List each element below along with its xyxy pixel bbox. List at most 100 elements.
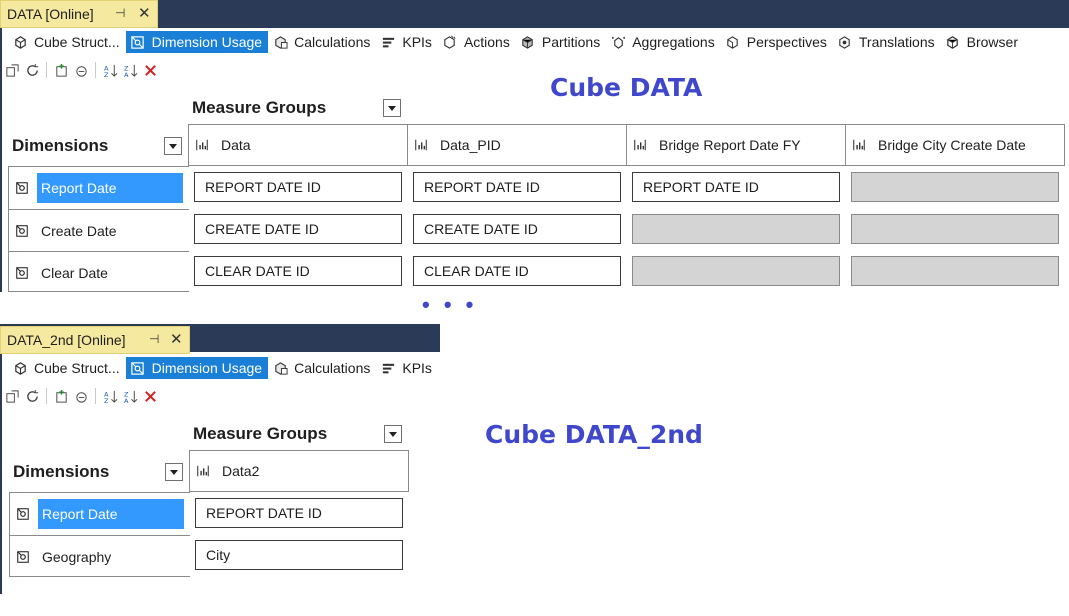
- relationship-label: REPORT DATE ID: [643, 179, 759, 195]
- add-cube-dimension-icon[interactable]: [53, 62, 69, 78]
- measure-group-icon: [415, 139, 427, 151]
- measure-group-header[interactable]: Bridge Report Date FY: [626, 124, 846, 166]
- new-linked-object-icon[interactable]: [4, 388, 20, 404]
- dimension-label: Clear Date: [41, 264, 108, 281]
- tab-partitions[interactable]: Partitions: [516, 31, 606, 53]
- measure-group-icon: [196, 139, 208, 151]
- tab-label: Calculations: [294, 34, 371, 50]
- tab-label: Aggregations: [632, 34, 715, 50]
- dimension-icon: [17, 508, 29, 520]
- close-icon[interactable]: ✕: [170, 330, 183, 348]
- relationship-cell[interactable]: REPORT DATE ID: [195, 498, 403, 528]
- new-linked-object-icon[interactable]: [4, 62, 20, 78]
- close-icon[interactable]: ✕: [138, 4, 151, 22]
- actions-icon: [442, 34, 458, 50]
- dimensions-dropdown-button[interactable]: [164, 137, 182, 155]
- sort-descending-icon[interactable]: ZA: [122, 62, 138, 78]
- tab-label: Perspectives: [746, 34, 827, 50]
- delete-icon[interactable]: [142, 388, 158, 404]
- sort-ascending-icon[interactable]: AZ: [102, 388, 118, 404]
- empty-relationship-cell[interactable]: [632, 214, 840, 244]
- measure-group-header[interactable]: Bridge City Create Date: [845, 124, 1065, 166]
- measure-group-icon: [853, 139, 865, 151]
- designer-tabs: Cube Struct... Dimension Usage Calculation…: [8, 356, 438, 380]
- tab-dimension-usage[interactable]: Dimension Usage: [125, 357, 269, 379]
- designer-tabs: Cube Struct... Dimension Usage Calculation…: [8, 30, 1024, 54]
- relationship-cell[interactable]: REPORT DATE ID: [413, 172, 621, 202]
- tab-calculations[interactable]: Calculations: [268, 357, 376, 379]
- tab-browser[interactable]: Browser: [941, 31, 1024, 53]
- toolbar-separator: [46, 62, 47, 78]
- sort-ascending-icon[interactable]: AZ: [102, 62, 118, 78]
- dimension-row[interactable]: Report Date: [9, 167, 189, 209]
- refresh-icon[interactable]: [24, 388, 40, 404]
- pin-icon[interactable]: ⊣: [149, 332, 159, 346]
- document-tab-data-2nd[interactable]: DATA_2nd [Online] ⊣ ✕: [0, 326, 190, 354]
- measure-groups-dropdown-button[interactable]: [384, 425, 402, 443]
- measure-group-header[interactable]: Data: [188, 124, 408, 166]
- tab-label: Translations: [858, 34, 935, 50]
- svg-text:A: A: [123, 71, 128, 78]
- panel-left-border: [0, 354, 2, 594]
- measure-group-name: Bridge Report Date FY: [659, 137, 801, 153]
- dimension-row[interactable]: Clear Date: [9, 251, 189, 293]
- relationship-cell[interactable]: CREATE DATE ID: [194, 214, 402, 244]
- sort-descending-icon[interactable]: ZA: [122, 388, 138, 404]
- relationship-label: CLEAR DATE ID: [424, 263, 529, 279]
- measure-groups-label: Measure Groups: [193, 424, 328, 443]
- document-tab-title: DATA_2nd [Online]: [7, 332, 126, 348]
- relationship-cell[interactable]: CREATE DATE ID: [413, 214, 621, 244]
- tab-aggregations[interactable]: Aggregations: [606, 31, 721, 53]
- measure-group-name: Data: [221, 137, 251, 153]
- relationship-label: REPORT DATE ID: [424, 179, 540, 195]
- kpis-icon: [380, 360, 396, 376]
- tab-perspectives[interactable]: Perspectives: [721, 31, 833, 53]
- document-tab-strip: [0, 0, 1069, 28]
- tab-dimension-usage[interactable]: Dimension Usage: [125, 31, 269, 53]
- tab-actions[interactable]: Actions: [438, 31, 516, 53]
- svg-text:Z: Z: [103, 71, 108, 78]
- relationship-cell[interactable]: CLEAR DATE ID: [413, 256, 621, 286]
- toolbar-separator: [46, 388, 47, 404]
- tab-cube-struct[interactable]: Cube Struct...: [8, 357, 126, 379]
- add-measure-group-icon[interactable]: [73, 388, 89, 404]
- tab-kpis[interactable]: KPIs: [376, 31, 438, 53]
- refresh-icon[interactable]: [24, 62, 40, 78]
- relationship-cell[interactable]: REPORT DATE ID: [632, 172, 840, 202]
- pin-icon[interactable]: ⊣: [115, 6, 125, 20]
- delete-icon[interactable]: [142, 62, 158, 78]
- dimension-row[interactable]: Geography: [10, 535, 190, 577]
- empty-relationship-cell[interactable]: [632, 256, 840, 286]
- dimension-row[interactable]: Create Date: [9, 209, 189, 251]
- measure-groups-dropdown-button[interactable]: [383, 99, 401, 117]
- tab-calculations[interactable]: Calculations: [268, 31, 376, 53]
- tab-label: Cube Struct...: [34, 34, 120, 50]
- dimension-label: Report Date: [38, 499, 184, 529]
- aggregations-icon: [610, 34, 626, 50]
- relationship-label: CLEAR DATE ID: [205, 263, 310, 279]
- measure-group-name: Data_PID: [440, 137, 501, 153]
- tab-kpis[interactable]: KPIs: [376, 357, 438, 379]
- empty-relationship-cell[interactable]: [851, 256, 1059, 286]
- relationship-label: REPORT DATE ID: [206, 505, 322, 521]
- browser-icon: [945, 34, 961, 50]
- tab-label: Partitions: [541, 34, 601, 50]
- dimensions-dropdown-button[interactable]: [165, 463, 183, 481]
- relationship-cell[interactable]: REPORT DATE ID: [194, 172, 402, 202]
- measure-group-header[interactable]: Data2: [189, 450, 409, 492]
- tab-translations[interactable]: Translations: [833, 31, 941, 53]
- dimension-row[interactable]: Report Date: [10, 493, 190, 535]
- relationship-cell[interactable]: City: [195, 540, 403, 570]
- empty-relationship-cell[interactable]: [851, 172, 1059, 202]
- measure-group-header[interactable]: Data_PID: [407, 124, 627, 166]
- dimension-icon: [16, 182, 28, 194]
- tab-label: Cube Struct...: [34, 360, 120, 376]
- relationship-cell[interactable]: CLEAR DATE ID: [194, 256, 402, 286]
- tab-cube-struct[interactable]: Cube Struct...: [8, 31, 126, 53]
- dimensions-label: Dimensions: [13, 462, 110, 481]
- empty-relationship-cell[interactable]: [851, 214, 1059, 244]
- document-tab-data[interactable]: DATA [Online] ⊣ ✕: [0, 0, 158, 28]
- add-cube-dimension-icon[interactable]: [53, 388, 69, 404]
- add-measure-group-icon[interactable]: [73, 62, 89, 78]
- tab-label: Calculations: [294, 360, 371, 376]
